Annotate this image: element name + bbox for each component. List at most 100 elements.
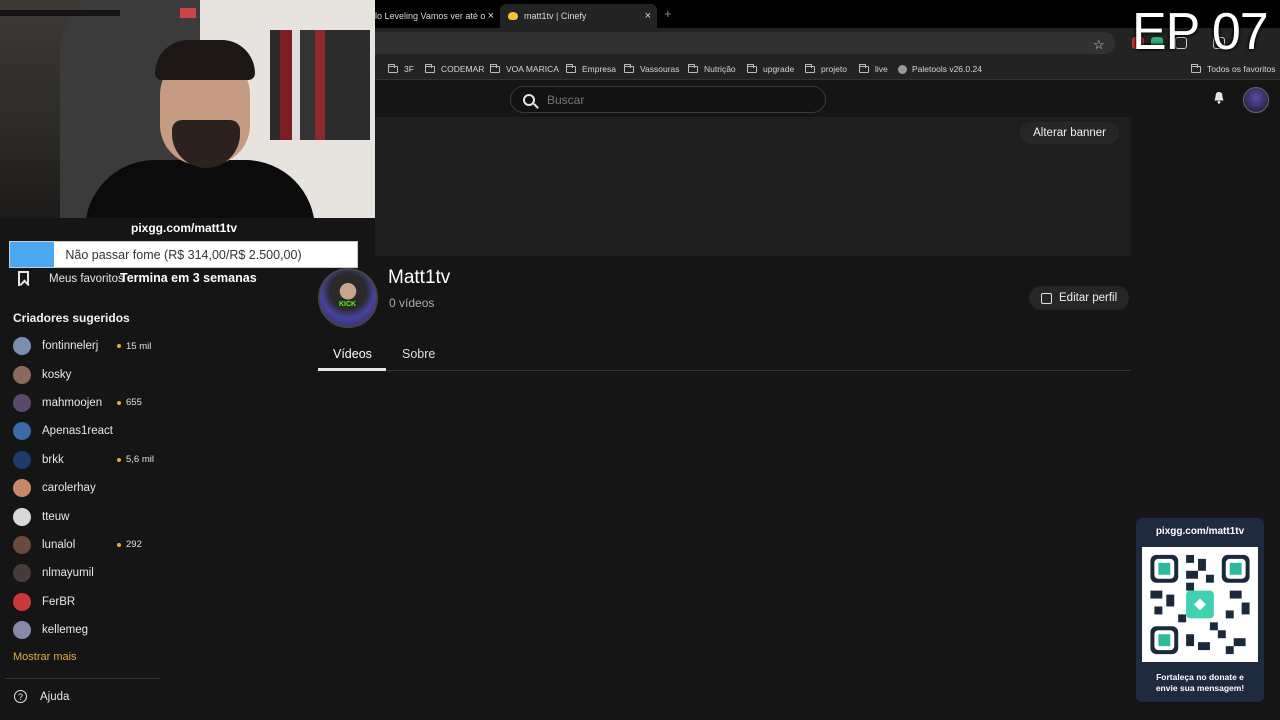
viewer-count-value: 5,6 mil <box>126 454 154 466</box>
favorites-link[interactable]: Meus favoritos <box>18 271 124 286</box>
creator-item[interactable]: nlmayumil <box>13 559 163 587</box>
bookmark-star-icon[interactable]: ☆ <box>1093 37 1105 53</box>
edit-profile-button[interactable]: Editar perfil <box>1029 286 1130 310</box>
profile-avatar[interactable]: KICK <box>318 268 378 328</box>
creator-item[interactable]: kosky <box>13 360 163 388</box>
creator-item[interactable]: fontinnelerj 15 mil <box>13 332 163 360</box>
creator-item[interactable]: carolerhay <box>13 474 163 502</box>
creator-item[interactable]: mahmoojen 655 <box>13 389 163 417</box>
bookmark-label: Paletools v26.0.24 <box>912 64 982 74</box>
bookmark-label: projeto <box>821 64 847 74</box>
active-tab-indicator <box>318 368 386 371</box>
creator-name: FerBR <box>42 595 76 608</box>
viewer-count: 5,6 mil <box>117 454 154 465</box>
help-icon: ? <box>14 690 27 703</box>
bookmark-label: CODEMAR <box>441 64 485 74</box>
bookmark-link[interactable]: Paletools v26.0.24 <box>898 64 982 74</box>
creator-item[interactable]: lunalol 292 <box>13 531 163 559</box>
creator-item[interactable]: kellemeg <box>13 616 163 644</box>
live-dot-icon <box>117 400 121 405</box>
qr-code-icon <box>1142 547 1258 662</box>
viewer-count-value: 15 mil <box>126 340 152 352</box>
globe-icon <box>898 64 907 74</box>
bookmark-label: upgrade <box>763 64 795 74</box>
creator-name: Apenas1react <box>42 425 113 438</box>
bookmark-folder[interactable]: 3F <box>388 63 414 74</box>
qr-donate-widget: pixgg.com/matt1tv Fortaleça no donate e … <box>1136 518 1264 702</box>
user-avatar[interactable] <box>1243 87 1269 113</box>
bookmark-label: live <box>875 64 888 74</box>
bookmark-folder[interactable]: live <box>859 63 888 74</box>
search-icon <box>523 93 535 106</box>
close-tab-icon[interactable]: × <box>645 10 651 22</box>
show-more-link[interactable]: Mostrar mais <box>13 651 77 663</box>
bookmark-folder[interactable]: Nutrição <box>688 63 736 74</box>
tab-about[interactable]: Sobre <box>402 347 435 361</box>
address-bar[interactable]: ☆ <box>375 32 1115 54</box>
folder-icon <box>1191 63 1201 73</box>
viewer-count-value: 292 <box>126 539 142 551</box>
browser-tab-active[interactable]: matt1tv | Cinefy × <box>500 4 657 28</box>
suggested-creators-list: fontinnelerj 15 mil kosky mahmoojen 655 Ap… <box>13 332 163 644</box>
profile-tabs: Vídeos Sobre <box>318 340 1131 371</box>
creator-name: tteuw <box>42 510 70 523</box>
close-tab-icon[interactable]: × <box>488 10 494 22</box>
viewer-count: 15 mil <box>117 341 151 352</box>
search-box[interactable] <box>510 86 826 113</box>
creator-name: fontinnelerj <box>42 340 99 353</box>
site-header <box>375 81 1280 117</box>
creator-name: kellemeg <box>42 624 89 637</box>
kick-logo: KICK <box>339 301 357 308</box>
clothes-rack <box>270 30 370 140</box>
bell-icon[interactable] <box>1213 91 1225 104</box>
bookmark-folder[interactable]: CODEMAR <box>425 63 485 74</box>
qr-message-line-1: Fortaleça no donate e <box>1156 672 1244 682</box>
folder-icon <box>688 63 698 73</box>
creator-item[interactable]: FerBR <box>13 588 163 616</box>
profile-name: Matt1tv <box>388 267 451 288</box>
all-bookmarks[interactable]: Todos os favoritos <box>1191 63 1276 74</box>
creator-item[interactable]: Apenas1react <box>13 417 163 445</box>
folder-icon <box>859 63 869 73</box>
bookmark-label: Todos os favoritos <box>1207 64 1276 74</box>
creator-name: mahmoojen <box>42 396 103 409</box>
donate-url: pixgg.com/matt1tv <box>130 221 238 235</box>
creator-name: nlmayumil <box>42 567 94 580</box>
edit-icon <box>1041 292 1052 304</box>
live-dot-icon <box>117 457 121 462</box>
creator-name: lunalol <box>42 538 76 551</box>
channel-banner: Alterar banner <box>375 117 1131 256</box>
episode-label: EP 07 <box>1132 3 1269 61</box>
bookmark-label: Nutrição <box>704 64 736 74</box>
avatar <box>13 422 31 441</box>
avatar <box>13 535 31 554</box>
donation-goal-bar: Não passar fome (R$ 314,00/R$ 2.500,00) <box>9 241 358 268</box>
qr-message: Fortaleça no donate e envie sua mensagem… <box>1136 672 1264 694</box>
bookmark-folder[interactable]: projeto <box>805 63 847 74</box>
tab-videos[interactable]: Vídeos <box>333 347 372 361</box>
bookmark-folder[interactable]: Empresa <box>566 63 617 74</box>
bookmark-folder[interactable]: Vassouras <box>624 63 680 74</box>
goal-text: Não passar fome (R$ 314,00/R$ 2.500,00) <box>65 247 302 262</box>
qr-url: pixgg.com/matt1tv <box>1155 526 1245 537</box>
folder-icon <box>805 63 815 73</box>
new-tab-button[interactable]: + <box>664 6 672 21</box>
folder-icon <box>624 63 634 73</box>
bookmark-label: VOA MARICA <box>506 64 559 74</box>
bookmark-folder[interactable]: VOA MARICA <box>490 63 559 74</box>
creator-item[interactable]: brkk 5,6 mil <box>13 446 163 474</box>
streamer-hair <box>155 40 255 80</box>
viewer-count: 655 <box>117 397 142 408</box>
help-link[interactable]: ? Ajuda <box>14 690 69 703</box>
bookmark-folder[interactable]: upgrade <box>747 63 795 74</box>
search-input[interactable] <box>547 92 797 107</box>
creator-item[interactable]: tteuw <box>13 502 163 530</box>
viewer-count: 292 <box>117 539 142 550</box>
creator-name: kosky <box>42 368 72 381</box>
browser-tab[interactable]: lo Leveling Vamos ver até o × <box>375 4 500 28</box>
change-banner-button[interactable]: Alterar banner <box>1020 122 1119 144</box>
avatar <box>13 450 31 469</box>
bookmark-label: Empresa <box>582 64 617 74</box>
tab-title: lo Leveling Vamos ver até o <box>375 11 486 21</box>
avatar <box>13 564 31 583</box>
